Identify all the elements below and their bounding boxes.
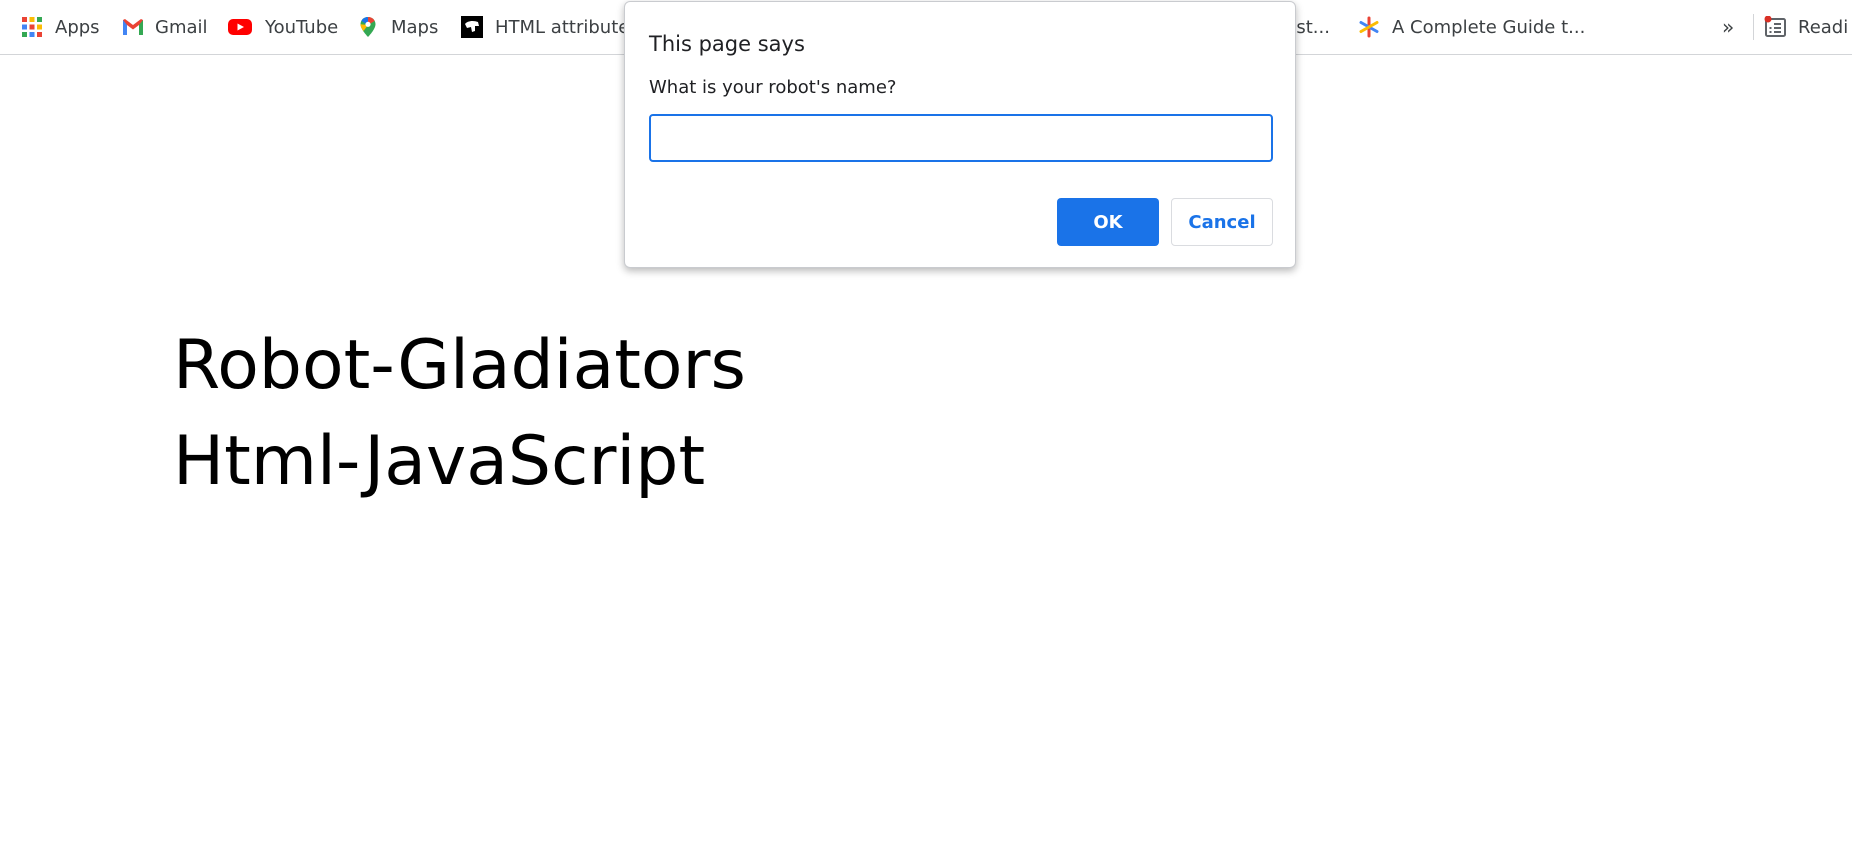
- bookmark-apps[interactable]: Apps: [21, 12, 100, 42]
- page-title: Robot-Gladiators Html-JavaScript: [173, 318, 746, 510]
- bookmark-gmail[interactable]: Gmail: [121, 12, 208, 42]
- dialog-message: What is your robot's name?: [649, 77, 897, 98]
- ok-button[interactable]: OK: [1057, 198, 1159, 246]
- maps-pin-icon: [357, 16, 379, 38]
- cancel-button[interactable]: Cancel: [1171, 198, 1273, 246]
- bookmarks-overflow-button[interactable]: »: [1722, 12, 1734, 42]
- bookmark-complete-guide-label: A Complete Guide t...: [1392, 16, 1586, 38]
- bookmark-maps[interactable]: Maps: [357, 12, 438, 42]
- bookmark-maps-label: Maps: [391, 16, 439, 38]
- bookmark-apps-label: Apps: [55, 16, 100, 38]
- chevron-double-right-icon: »: [1722, 15, 1735, 39]
- page-title-line2: Html-JavaScript: [173, 422, 706, 501]
- dialog-title: This page says: [649, 32, 805, 56]
- bookmark-youtube-label: YouTube: [265, 16, 339, 38]
- bookmark-gmail-label: Gmail: [155, 16, 208, 38]
- bookmark-youtube[interactable]: YouTube: [227, 12, 338, 42]
- gmail-icon: [121, 16, 143, 38]
- page-title-line1: Robot-Gladiators: [173, 326, 746, 405]
- bookmark-html-attribute[interactable]: HTML attribute: [461, 12, 629, 42]
- html-site-icon: [461, 16, 483, 38]
- robot-name-input[interactable]: [649, 114, 1273, 162]
- youtube-icon: [227, 16, 253, 38]
- reading-list-icon: [1764, 15, 1786, 38]
- reading-list-label: Readi: [1798, 16, 1849, 38]
- bookmark-complete-guide[interactable]: A Complete Guide t...: [1358, 12, 1585, 42]
- prompt-dialog: This page says What is your robot's name…: [624, 1, 1296, 268]
- bookmark-html-attribute-label: HTML attribute: [495, 16, 630, 38]
- reading-list-button[interactable]: Readi: [1764, 12, 1848, 42]
- asterisk-icon: [1358, 16, 1380, 38]
- apps-grid-icon: [21, 16, 43, 38]
- bookmarks-divider: [1753, 14, 1754, 40]
